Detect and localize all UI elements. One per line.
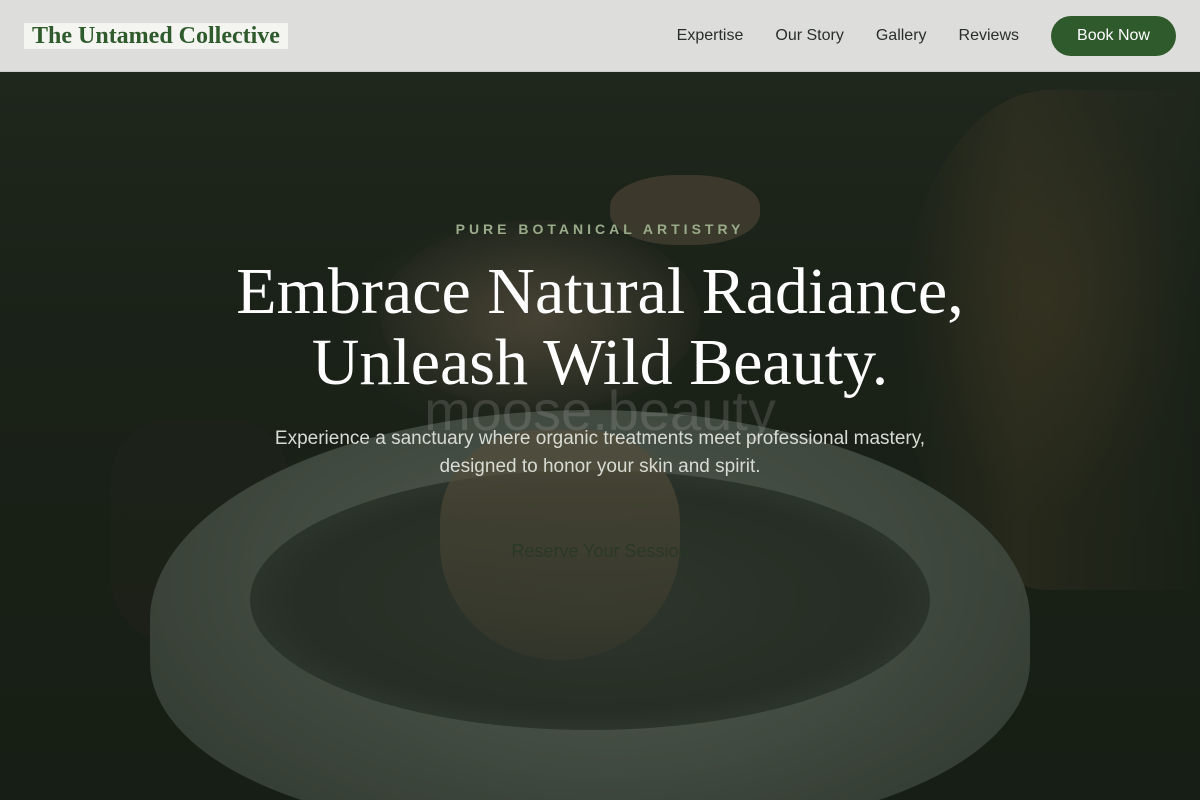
main-nav: Expertise Our Story Gallery Reviews Book…: [677, 15, 1176, 56]
reserve-session-button[interactable]: Reserve Your Session: [470, 534, 730, 568]
book-now-button[interactable]: Book Now: [1051, 15, 1176, 56]
nav-link-expertise[interactable]: Expertise: [677, 27, 744, 45]
nav-link-our-story[interactable]: Our Story: [775, 27, 843, 45]
hero-headline-line-1: Embrace Natural Radiance,: [236, 255, 964, 328]
nav-link-gallery[interactable]: Gallery: [876, 27, 927, 45]
site-header: The Untamed Collective Expertise Our Sto…: [0, 0, 1200, 72]
hero-subtitle: Experience a sanctuary where organic tre…: [274, 428, 926, 477]
brand-logo[interactable]: The Untamed Collective: [24, 22, 288, 49]
nav-link-reviews[interactable]: Reviews: [959, 27, 1019, 45]
hero-content: PURE BOTANICAL ARTISTRY Embrace Natural …: [0, 0, 1200, 800]
hero-headline: Embrace Natural Radiance, Unleash Wild B…: [0, 256, 1200, 398]
hero-eyebrow: PURE BOTANICAL ARTISTRY: [455, 221, 745, 237]
